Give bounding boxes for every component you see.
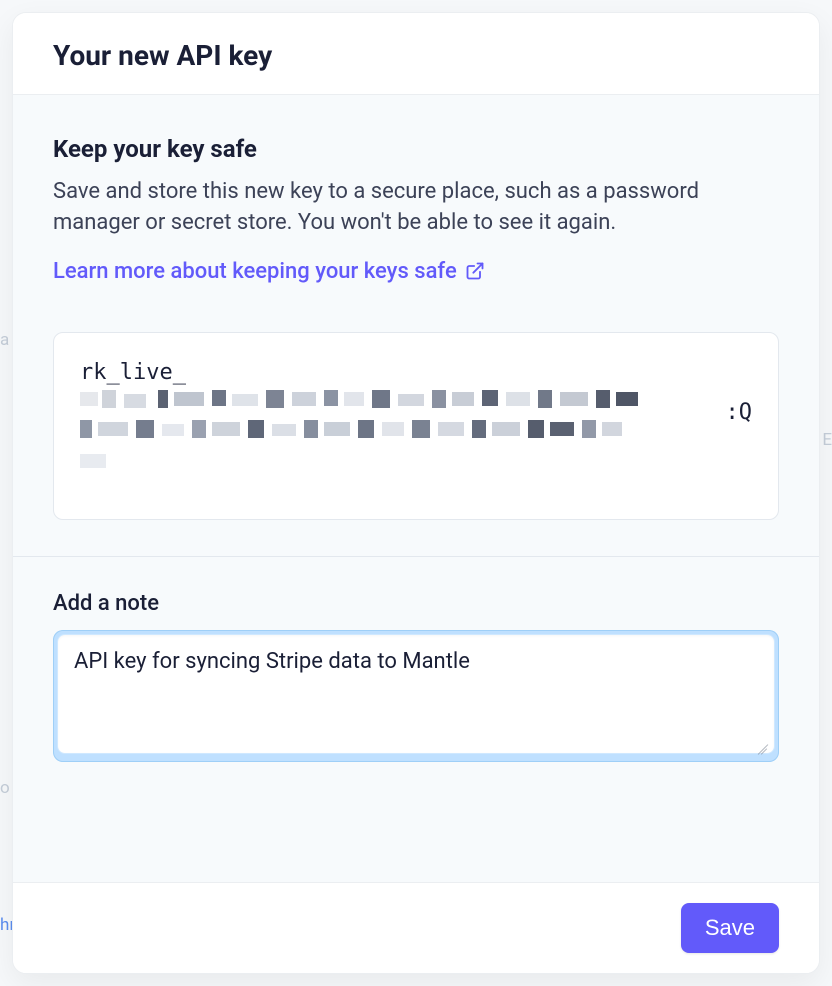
api-key-prefix: rk_live_ <box>80 360 186 385</box>
background-hint: E <box>822 430 832 450</box>
api-key-modal: Your new API key Keep your key safe Save… <box>12 12 820 974</box>
note-input[interactable] <box>57 634 775 754</box>
external-link-icon <box>465 261 485 281</box>
modal-header: Your new API key <box>13 13 819 95</box>
note-label: Add a note <box>53 591 779 616</box>
section-divider <box>13 556 819 557</box>
modal-footer: Save <box>13 882 819 973</box>
learn-more-label: Learn more about keeping your keys safe <box>53 259 457 284</box>
api-key-suffix: :Q <box>726 395 753 430</box>
learn-more-link[interactable]: Learn more about keeping your keys safe <box>53 259 779 284</box>
modal-title: Your new API key <box>53 39 779 72</box>
background-hint: a <box>0 330 9 350</box>
keep-safe-body: Save and store this new key to a secure … <box>53 177 779 239</box>
save-button[interactable]: Save <box>681 903 779 953</box>
background-hint: o <box>0 778 10 798</box>
note-field-wrapper <box>53 630 779 762</box>
keep-safe-heading: Keep your key safe <box>53 135 779 163</box>
modal-body: Keep your key safe Save and store this n… <box>13 95 819 882</box>
api-key-display[interactable]: rk_live_ <box>53 332 779 520</box>
redacted-key-icon <box>80 390 640 486</box>
